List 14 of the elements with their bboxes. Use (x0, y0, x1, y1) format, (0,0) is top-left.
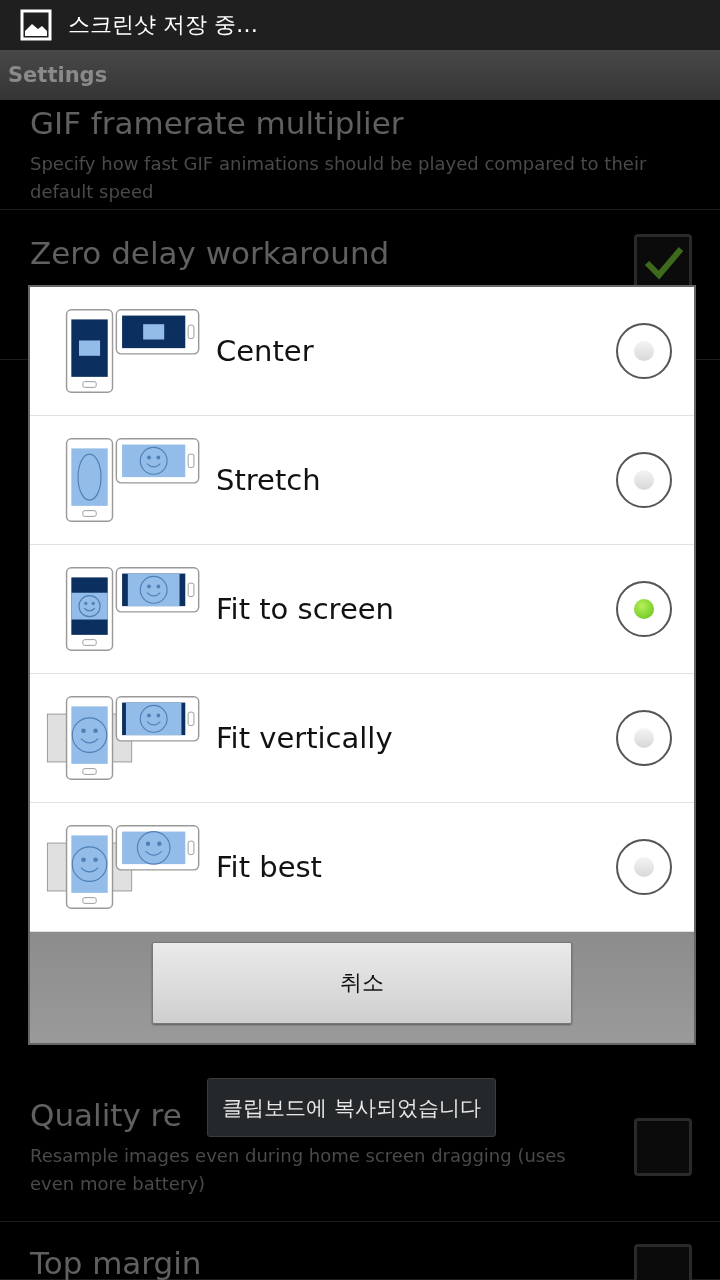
option-label: Fit vertically (216, 721, 394, 755)
setting-title: Zero delay workaround (30, 234, 390, 272)
setting-title: GIF framerate multiplier (30, 103, 404, 142)
notification-text: 스크린샷 저장 중… (68, 11, 258, 39)
option-label: Fit to screen (216, 592, 395, 626)
setting-summary: Resample images even during home screen dragging (uses even more battery) (30, 1143, 567, 1196)
setting-title: Top margin (30, 1244, 202, 1280)
option-label: Fit best (216, 850, 323, 884)
screen-title: Settings (8, 63, 108, 87)
setting-summary: Specify how fast GIF animations should be played compared to their default speed (30, 151, 648, 204)
option-label: Center (216, 334, 315, 368)
option-label: Stretch (216, 463, 322, 497)
toast: 클립보드에 복사되었습니다 (207, 1078, 496, 1137)
setting-title: Quality re (30, 1095, 182, 1134)
